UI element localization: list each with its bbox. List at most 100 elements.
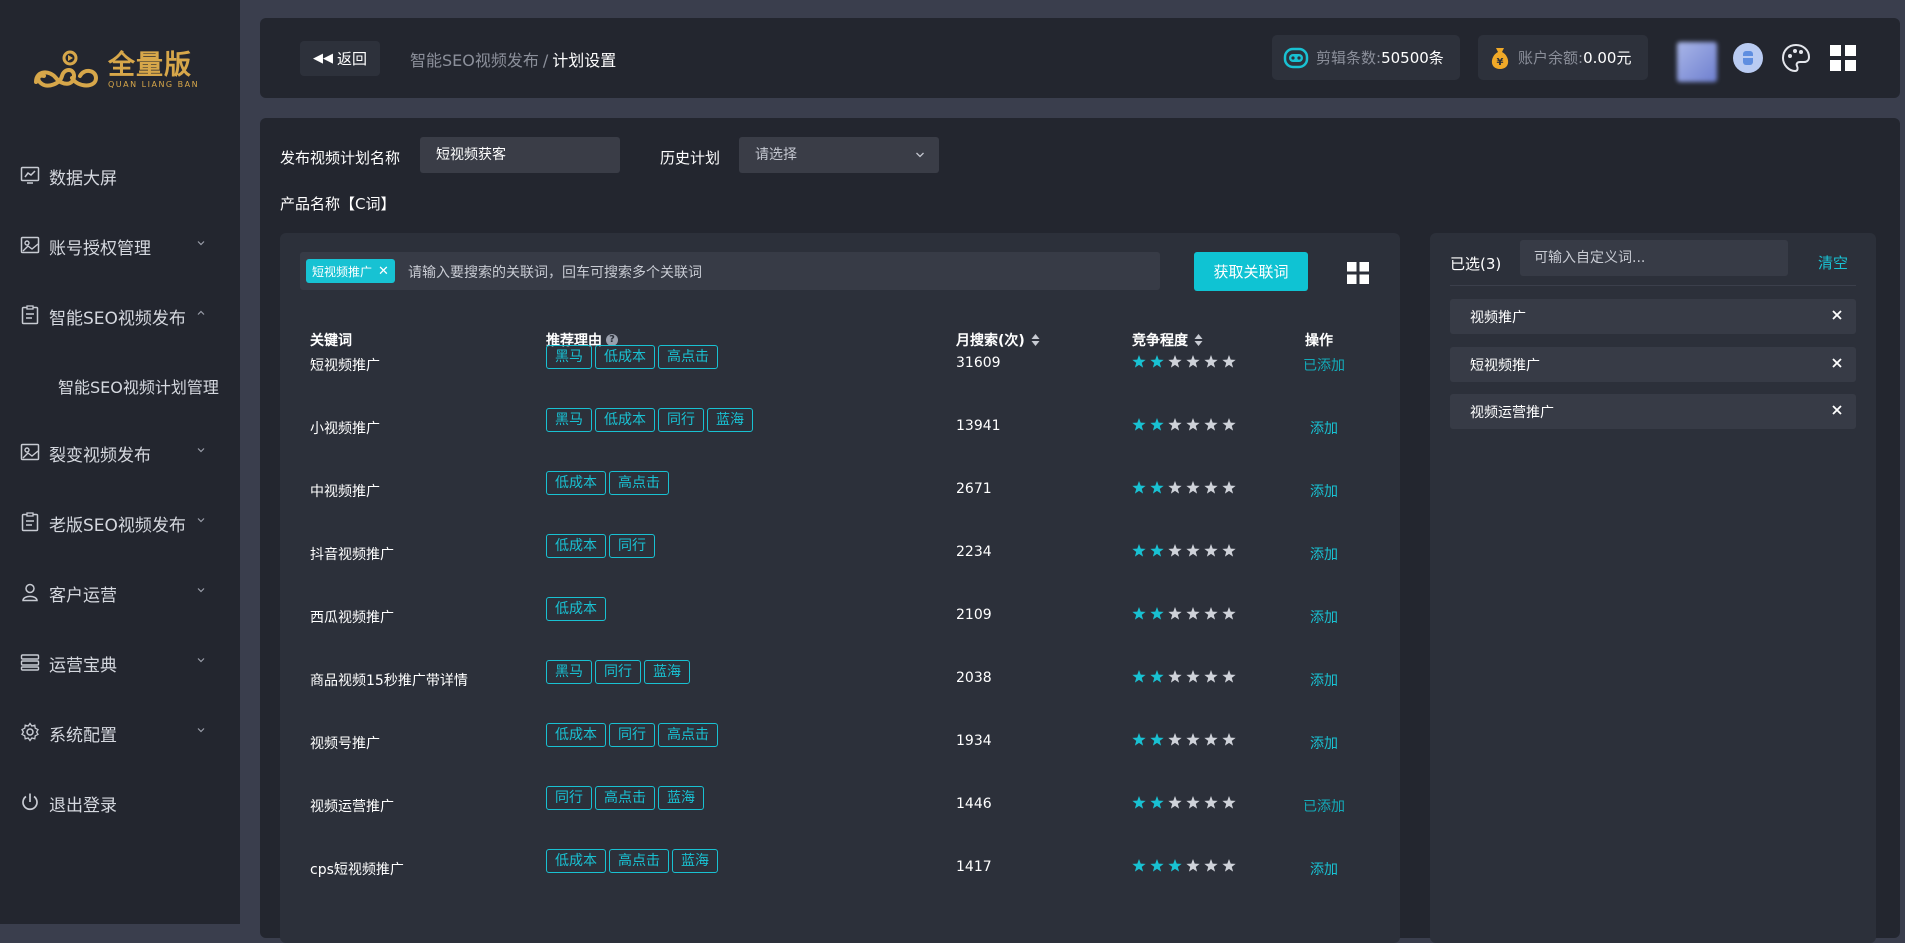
star-empty-icon xyxy=(1168,355,1182,368)
account-balance-label: 账户余额: xyxy=(1518,49,1584,67)
star-empty-icon xyxy=(1204,670,1218,683)
add-button[interactable]: 添加 xyxy=(1280,670,1368,690)
star-empty-icon xyxy=(1186,418,1200,431)
star-filled-icon xyxy=(1150,481,1164,494)
star-filled-icon xyxy=(1132,418,1146,431)
star-empty-icon xyxy=(1186,733,1200,746)
chevron-down-icon xyxy=(197,518,205,523)
star-empty-icon xyxy=(1168,418,1182,431)
product-name-label: 产品名称【C词】 xyxy=(280,195,396,213)
star-filled-icon xyxy=(1150,733,1164,746)
add-button[interactable]: 添加 xyxy=(1280,859,1368,879)
selected-count: 已选(3) xyxy=(1450,255,1502,273)
search-chip-label: 短视频推广 xyxy=(312,264,373,279)
back-button[interactable]: ◀◀ 返回 xyxy=(300,41,380,76)
close-icon[interactable] xyxy=(1828,306,1846,324)
add-button[interactable]: 添加 xyxy=(1280,733,1368,753)
reason-tag: 黑马 xyxy=(546,660,592,684)
sidebar-item-legacy-seo[interactable]: 老版SEO视频发布 xyxy=(0,500,240,544)
sidebar-subitem-seo-plan-manage[interactable]: 智能SEO视频计划管理 xyxy=(0,364,240,404)
monthly-search-cell: 2038 xyxy=(956,670,992,686)
selected-keywords-panel: 已选(3) 可输入自定义词... 清空 视频推广 短视频推广 视频运营推广 xyxy=(1430,233,1876,943)
grid-view-icon[interactable] xyxy=(1346,261,1370,285)
table-row: 中视频推广 低成本 高点击 2671 添加 xyxy=(280,467,1400,519)
keyword-cell: 短视频推广 xyxy=(310,358,380,374)
breadcrumb-parent[interactable]: 智能SEO视频发布 xyxy=(410,51,539,70)
selected-keyword-item: 视频运营推广 xyxy=(1450,394,1856,429)
sidebar-item-data-dashboard[interactable]: 数据大屏 xyxy=(0,153,240,197)
keyword-search-input[interactable]: 请输入要搜索的关联词，回车可搜索多个关联词 xyxy=(408,262,702,282)
close-icon[interactable]: ✕ xyxy=(378,264,389,279)
chevron-down-icon xyxy=(916,152,924,158)
reason-tag: 低成本 xyxy=(546,723,606,747)
custom-keyword-input[interactable]: 可输入自定义词... xyxy=(1520,240,1788,276)
chevron-down-icon xyxy=(197,448,205,453)
competition-rating xyxy=(1132,544,1236,557)
clipboard-icon xyxy=(21,512,39,532)
add-button[interactable]: 添加 xyxy=(1280,481,1368,501)
chevron-down-icon xyxy=(197,658,205,663)
sidebar-item-ops-handbook[interactable]: 运营宝典 xyxy=(0,640,240,684)
table-row: 视频号推广 低成本 同行 高点击 1934 添加 xyxy=(280,719,1400,771)
added-link[interactable]: 已添加 xyxy=(1280,796,1368,816)
table-row: 商品视频15秒推广带详情 黑马 同行 蓝海 2038 添加 xyxy=(280,656,1400,708)
sidebar-item-account-auth[interactable]: 账号授权管理 xyxy=(0,223,240,267)
competition-rating xyxy=(1132,859,1236,872)
reason-tags: 低成本 高点击 蓝海 xyxy=(546,849,721,873)
star-empty-icon xyxy=(1186,670,1200,683)
sidebar-item-label: 老版SEO视频发布 xyxy=(49,516,186,536)
added-link[interactable]: 已添加 xyxy=(1280,355,1368,375)
star-filled-icon xyxy=(1132,607,1146,620)
sidebar-item-label: 裂变视频发布 xyxy=(49,446,151,466)
breadcrumb-separator: / xyxy=(542,51,549,70)
clips-count-badge: 剪辑条数: 50500条 xyxy=(1272,35,1460,80)
star-empty-icon xyxy=(1186,481,1200,494)
add-button[interactable]: 添加 xyxy=(1280,418,1368,438)
avatar[interactable] xyxy=(1677,42,1717,82)
chevron-up-icon xyxy=(197,310,205,315)
star-empty-icon xyxy=(1186,859,1200,872)
sidebar-item-fission-video[interactable]: 裂变视频发布 xyxy=(0,430,240,474)
reason-tag: 同行 xyxy=(609,723,655,747)
sidebar-item-logout[interactable]: 退出登录 xyxy=(0,780,240,824)
history-plan-select[interactable]: 请选择 xyxy=(739,137,939,173)
apps-grid-icon[interactable] xyxy=(1827,42,1859,74)
selected-keyword-item: 短视频推广 xyxy=(1450,347,1856,382)
svg-text:¥: ¥ xyxy=(1497,57,1504,68)
star-filled-icon xyxy=(1132,796,1146,809)
reason-tag: 同行 xyxy=(595,660,641,684)
add-button[interactable]: 添加 xyxy=(1280,607,1368,627)
add-button[interactable]: 添加 xyxy=(1280,544,1368,564)
monthly-search-cell: 1417 xyxy=(956,859,992,875)
star-empty-icon xyxy=(1204,418,1218,431)
reason-tag: 黑马 xyxy=(546,345,592,369)
close-icon[interactable] xyxy=(1828,401,1846,419)
plan-name-input[interactable]: 短视频获客 xyxy=(420,137,620,173)
robot-icon xyxy=(1283,47,1309,68)
competition-rating xyxy=(1132,607,1236,620)
keyword-search-bar[interactable]: 短视频推广 ✕ 请输入要搜索的关联词，回车可搜索多个关联词 xyxy=(300,252,1160,290)
sidebar-item-system-config[interactable]: 系统配置 xyxy=(0,710,240,754)
clear-button[interactable]: 清空 xyxy=(1818,252,1848,273)
star-empty-icon xyxy=(1168,607,1182,620)
settings-gear-icon xyxy=(21,722,39,742)
user-profile-icon[interactable] xyxy=(1732,42,1764,74)
search-chip: 短视频推广 ✕ xyxy=(306,259,395,283)
reason-tag: 蓝海 xyxy=(644,660,690,684)
reason-tag: 低成本 xyxy=(595,408,655,432)
palette-icon[interactable] xyxy=(1780,42,1812,74)
sidebar-item-smart-seo[interactable]: 智能SEO视频发布 xyxy=(0,293,240,337)
fetch-related-keywords-button[interactable]: 获取关联词 xyxy=(1194,252,1308,291)
chevron-down-icon xyxy=(197,728,205,733)
clips-count-label: 剪辑条数: xyxy=(1316,49,1382,67)
reason-tags: 低成本 同行 高点击 xyxy=(546,723,721,747)
reason-tag: 高点击 xyxy=(595,786,655,810)
sidebar-item-customer-ops[interactable]: 客户运营 xyxy=(0,570,240,614)
reason-tag: 同行 xyxy=(658,408,704,432)
star-empty-icon xyxy=(1204,733,1218,746)
close-icon[interactable] xyxy=(1828,354,1846,372)
competition-rating xyxy=(1132,733,1236,746)
star-empty-icon xyxy=(1222,670,1236,683)
reason-tag: 低成本 xyxy=(546,849,606,873)
star-filled-icon xyxy=(1150,544,1164,557)
